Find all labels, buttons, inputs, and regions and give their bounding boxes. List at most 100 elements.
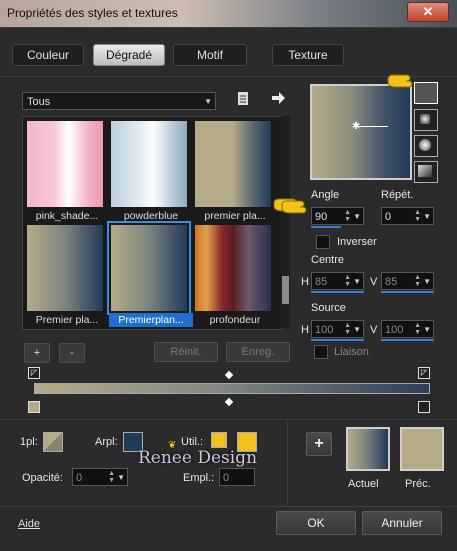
stop-marker-top[interactable]: ◸ (28, 367, 40, 379)
stop-marker-top[interactable]: ◸ (418, 367, 430, 379)
invert-label: Inverser (337, 236, 377, 248)
spin-updown-icon[interactable]: ▲ ▼ (344, 209, 351, 223)
gradient-name: premier pla... (204, 210, 266, 222)
chevron-down-icon[interactable]: ▼ (423, 321, 431, 339)
gradient-swatch[interactable]: powderblue (109, 119, 189, 222)
location-input[interactable]: 0 (219, 468, 255, 486)
previous-swatch[interactable] (400, 427, 444, 471)
repeat-label: Répét. (381, 189, 414, 201)
linear-style-button[interactable] (414, 82, 438, 104)
source-label: Source (311, 302, 346, 314)
tab-degrade[interactable]: Dégradé (93, 44, 165, 66)
hand-pointer-icon (280, 196, 310, 218)
color-stop-end[interactable] (418, 401, 430, 413)
tab-texture[interactable]: Texture (272, 44, 344, 66)
first-plan-label: 1pl: (20, 436, 38, 448)
gradient-swatch[interactable]: Premier pla... (25, 223, 105, 326)
center-h-input[interactable]: 85 ▲ ▼ ▼ (311, 272, 364, 290)
gradient-preview-large[interactable]: ✱ (310, 84, 412, 180)
arrow-right-icon[interactable] (270, 90, 286, 106)
chevron-down-icon[interactable]: ▼ (353, 321, 361, 339)
center-h-slider[interactable] (311, 291, 364, 293)
previous-label: Préc. (405, 478, 431, 490)
angle-slider[interactable] (311, 226, 341, 228)
gradient-preview (195, 121, 271, 207)
tab-motif[interactable]: Motif (173, 44, 247, 66)
color-stop-start[interactable] (28, 401, 40, 413)
spin-updown-icon[interactable]: ▲ ▼ (414, 322, 421, 336)
section-divider (287, 419, 288, 506)
chevron-down-icon[interactable]: ▼ (423, 273, 431, 291)
current-swatch[interactable] (346, 427, 390, 471)
center-label: Centre (311, 254, 345, 266)
midpoint-diamond[interactable] (224, 397, 234, 407)
source-h-input[interactable]: 100 ▲ ▼ ▼ (311, 320, 364, 338)
close-button[interactable]: ✕ (407, 2, 449, 22)
watermark: Renee Design (138, 448, 258, 468)
angle-value: 90 (315, 211, 328, 223)
reset-button[interactable]: Réinit. (154, 342, 218, 362)
chevron-down-icon[interactable]: ▼ (423, 208, 431, 226)
gradient-swatch[interactable]: pink_shade... (25, 119, 105, 222)
cancel-button[interactable]: Annuler (362, 511, 442, 535)
window-title: Propriétés des styles et textures (7, 6, 178, 20)
first-plan-swatch[interactable] (43, 432, 63, 452)
radial-style-button[interactable] (414, 161, 438, 183)
help-link[interactable]: Aide (18, 518, 40, 530)
source-v-input[interactable]: 100 ▲ ▼ ▼ (381, 320, 434, 338)
category-select-value: Tous (27, 96, 51, 108)
opacity-value: 0 (76, 472, 83, 484)
midpoint-diamond[interactable] (224, 370, 234, 380)
chevron-down-icon[interactable]: ▼ (117, 469, 125, 487)
gradient-swatch[interactable]: premier pla... (193, 119, 273, 222)
source-h-label: H (301, 324, 309, 336)
gradient-preview (27, 121, 103, 207)
category-select[interactable]: Tous ▼ (22, 92, 216, 110)
gradient-bar[interactable] (34, 383, 430, 394)
gradient-name: Premier pla... (35, 314, 99, 326)
scrollbar-thumb[interactable] (282, 276, 289, 304)
source-v-slider[interactable] (381, 339, 434, 341)
spin-updown-icon[interactable]: ▲ ▼ (344, 322, 351, 336)
source-v-value: 100 (385, 324, 404, 336)
source-h-slider[interactable] (311, 339, 364, 341)
gradient-list-scrollbar[interactable] (281, 116, 290, 328)
opacity-input[interactable]: 0 ▲ ▼ ▼ (72, 468, 128, 486)
center-v-label: V (370, 276, 378, 288)
location-label: Empl.: (183, 472, 215, 484)
angle-input[interactable]: 90 ▲ ▼ ▼ (311, 207, 364, 225)
chevron-down-icon[interactable]: ▼ (353, 273, 361, 291)
center-h-value: 85 (315, 276, 328, 288)
gradient-name: Premierplan... (109, 313, 193, 327)
gradient-list[interactable]: pink_shade... powderblue premier pla... … (22, 116, 282, 330)
user-color-swatch[interactable] (211, 432, 227, 448)
repeat-value: 0 (385, 211, 392, 223)
user-color-label: Util.: (181, 436, 203, 448)
sunburst-style-button[interactable] (414, 135, 438, 157)
spin-updown-icon[interactable]: ▲ ▼ (108, 470, 115, 484)
center-v-slider[interactable] (381, 291, 434, 293)
section-divider (0, 419, 457, 420)
add-gradient-button[interactable]: + (24, 343, 50, 363)
remove-gradient-button[interactable]: - (59, 343, 85, 363)
rectangular-style-button[interactable] (414, 109, 438, 131)
link-checkbox[interactable] (314, 345, 328, 359)
spin-updown-icon[interactable]: ▲ ▼ (344, 274, 351, 288)
tab-couleur[interactable]: Couleur (12, 44, 84, 66)
resource-manager-icon[interactable] (236, 91, 250, 107)
gradient-preview (111, 225, 187, 311)
invert-checkbox[interactable] (316, 235, 330, 249)
gradient-name: pink_shade... (35, 210, 99, 222)
ok-button[interactable]: OK (276, 511, 356, 535)
center-crosshair-icon[interactable]: ✱ (352, 121, 360, 132)
repeat-input[interactable]: 0 ▲ ▼ ▼ (381, 207, 434, 225)
spin-updown-icon[interactable]: ▲ ▼ (414, 274, 421, 288)
gradient-swatch[interactable]: profondeur (193, 223, 273, 326)
center-h-label: H (301, 276, 309, 288)
gradient-swatch-selected[interactable]: Premierplan... (107, 221, 193, 327)
add-to-swatches-button[interactable]: + (306, 432, 332, 456)
spin-updown-icon[interactable]: ▲ ▼ (414, 209, 421, 223)
save-gradient-button[interactable]: Enreg. (226, 342, 290, 362)
center-v-input[interactable]: 85 ▲ ▼ ▼ (381, 272, 434, 290)
chevron-down-icon[interactable]: ▼ (353, 208, 361, 226)
